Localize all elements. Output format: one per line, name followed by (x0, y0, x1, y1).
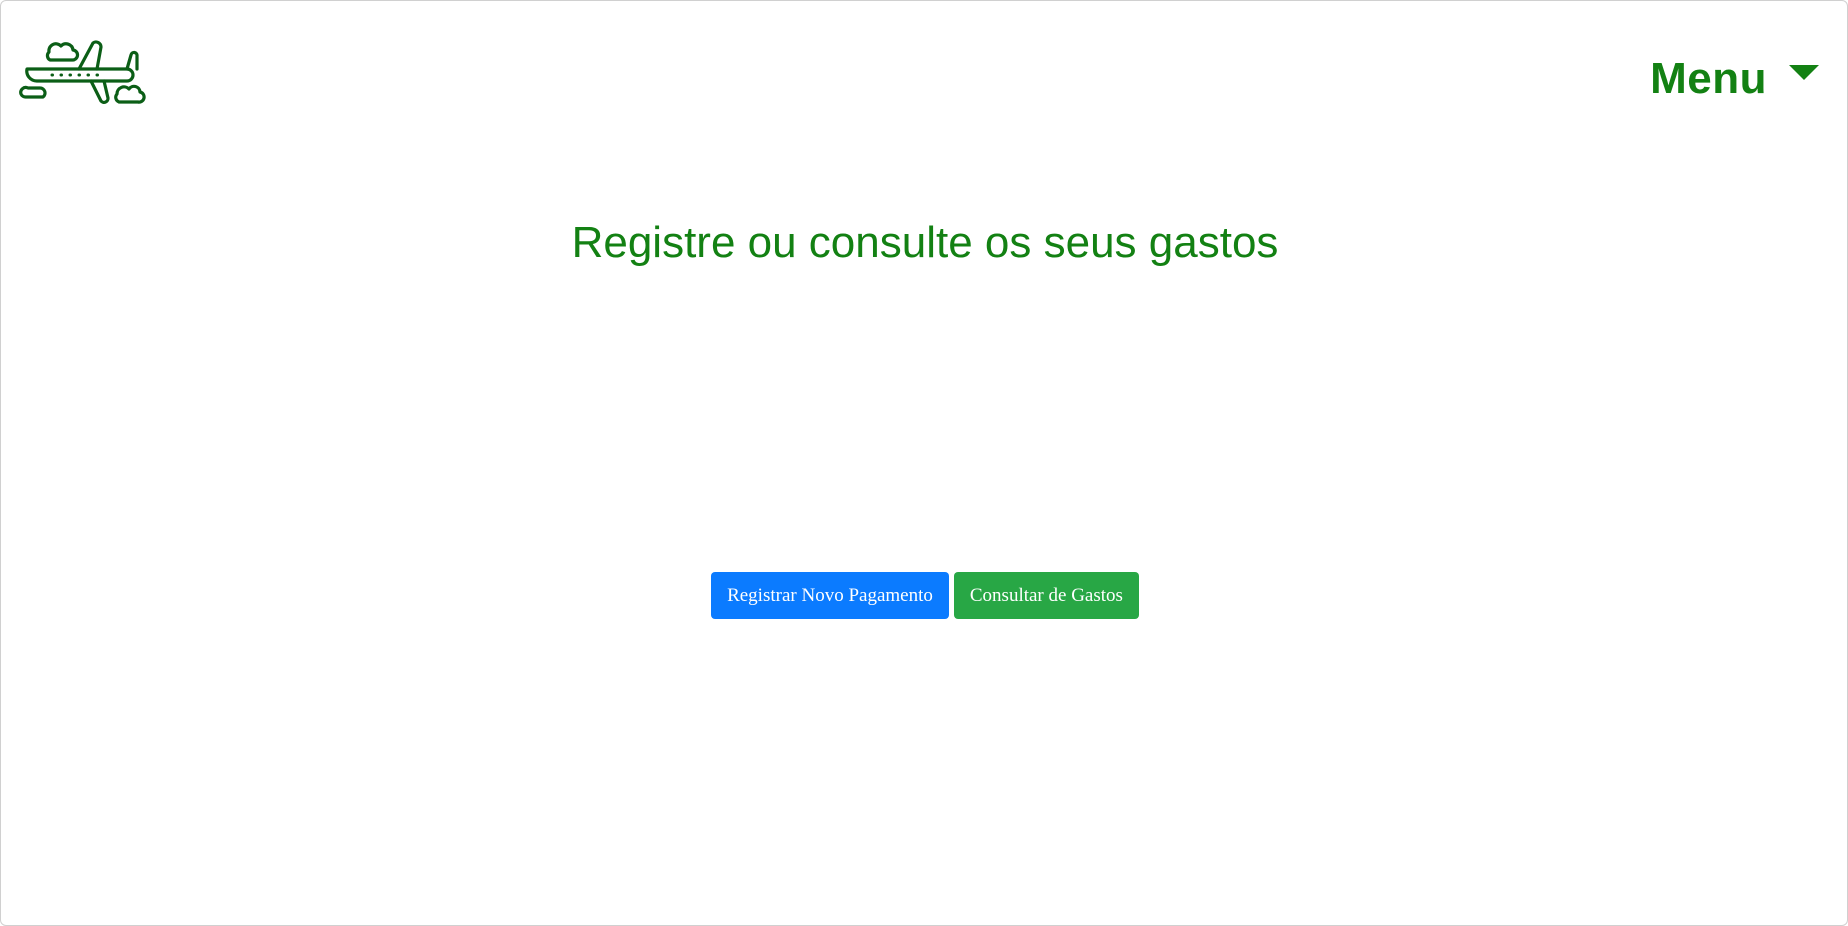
logo-airplane-icon[interactable] (19, 36, 147, 110)
page: Menu Registre ou consulte os seus gastos… (0, 0, 1848, 926)
register-payment-button[interactable]: Registrar Novo Pagamento (711, 572, 949, 619)
view-expenses-button[interactable]: Consultar de Gastos (953, 572, 1139, 619)
caret-down-icon[interactable] (1789, 64, 1819, 80)
menu-dropdown-toggle[interactable]: Menu (1650, 51, 1819, 107)
menu-label[interactable]: Menu (1650, 51, 1767, 107)
page-title: Registre ou consulte os seus gastos (571, 218, 1279, 267)
action-buttons: Registrar Novo Pagamento Consultar de Ga… (1, 572, 1847, 619)
